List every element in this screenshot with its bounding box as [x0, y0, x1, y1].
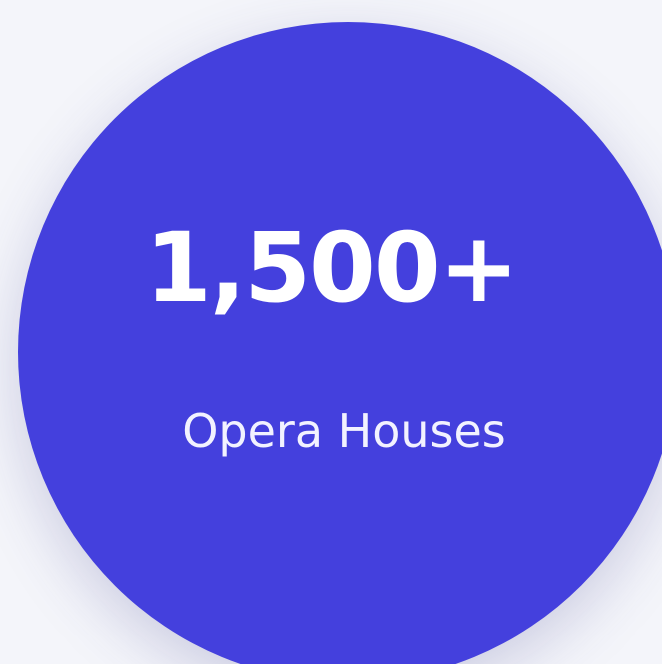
stat-value: 1,500+ — [144, 212, 519, 324]
stat-card: 1,500+ Opera Houses — [0, 0, 662, 664]
stat-label: Opera Houses — [182, 404, 506, 458]
stat-circle — [18, 22, 662, 664]
